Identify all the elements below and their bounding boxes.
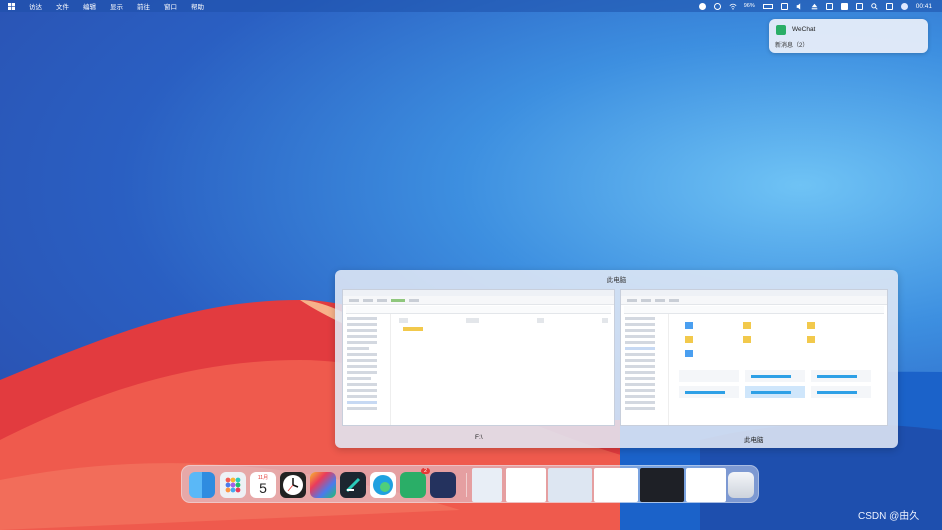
switcher-label-this-pc: 此电脑 — [744, 437, 764, 444]
minimized-window-3[interactable] — [548, 468, 592, 502]
switcher-title: 此电脑 — [606, 277, 627, 284]
explorer-window-f-drive[interactable] — [342, 289, 615, 426]
photos-app-icon[interactable] — [310, 472, 336, 498]
wechat-icon — [776, 25, 786, 35]
control-center-icon[interactable] — [855, 2, 863, 10]
battery-percent: 96% — [743, 3, 755, 9]
keyboard-icon[interactable] — [825, 2, 833, 10]
notification-message: 新消息（2） — [775, 43, 809, 49]
menu-edit[interactable]: 编辑 — [76, 1, 103, 11]
window-switcher: 此电脑 F:\ 此电脑 — [335, 270, 898, 448]
switcher-label-f-drive: F:\ — [475, 434, 483, 441]
minimized-window-2[interactable] — [506, 468, 546, 502]
notification-center-icon[interactable] — [885, 2, 893, 10]
minimized-window-5[interactable] — [640, 468, 684, 502]
clock-icon[interactable] — [280, 472, 306, 498]
minimized-window-1[interactable] — [472, 468, 502, 502]
edge-browser-icon[interactable] — [370, 472, 396, 498]
menu-bar: 访达 文件 编辑 显示 前往 窗口 帮助 96% 00:41 — [0, 0, 942, 12]
menu-help[interactable]: 帮助 — [184, 1, 211, 11]
user-icon[interactable] — [900, 2, 908, 10]
file-list — [393, 314, 614, 425]
wallpaper — [0, 300, 942, 530]
wifi-icon[interactable] — [729, 3, 737, 10]
calendar-icon[interactable]: 11月 5 — [250, 472, 276, 498]
watermark: CSDN @由久 — [858, 511, 920, 522]
minimized-window-6[interactable] — [686, 468, 726, 502]
menu-file[interactable]: 文件 — [49, 1, 76, 11]
menu-finder[interactable]: 访达 — [22, 1, 49, 11]
minimized-window-4[interactable] — [594, 468, 638, 502]
launchpad-icon[interactable] — [220, 472, 246, 498]
menu-window[interactable]: 窗口 — [157, 1, 184, 11]
menu-clock[interactable]: 00:41 — [916, 3, 932, 10]
navigation-pane — [621, 314, 669, 425]
app-status-icon[interactable] — [840, 2, 848, 10]
wechat-badge: 2 — [420, 468, 430, 474]
vpn-icon[interactable] — [713, 2, 721, 10]
display-icon[interactable] — [780, 2, 788, 10]
menu-view[interactable]: 显示 — [103, 1, 130, 11]
dock: 11月 5 2 — [181, 465, 759, 503]
trash-icon[interactable] — [728, 472, 754, 498]
finder-icon[interactable] — [189, 472, 215, 498]
volume-icon[interactable] — [796, 2, 803, 10]
notification-app-name: WeChat — [792, 26, 816, 33]
dock-separator — [466, 473, 467, 497]
eject-icon[interactable] — [811, 3, 818, 10]
drives-and-folders — [671, 314, 887, 425]
calendar-day: 5 — [259, 480, 267, 496]
accessibility-icon[interactable] — [698, 2, 706, 10]
battery-icon[interactable] — [762, 3, 773, 9]
explorer-window-this-pc[interactable] — [620, 289, 888, 426]
wechat-notification[interactable]: WeChat 新消息（2） — [769, 19, 928, 53]
navigation-pane — [343, 314, 391, 425]
menu-go[interactable]: 前往 — [130, 1, 157, 11]
pycharm-icon[interactable] — [340, 472, 366, 498]
wechat-dock-icon[interactable]: 2 — [400, 468, 430, 498]
spotlight-search-icon[interactable] — [870, 2, 878, 10]
finder-cat-icon[interactable] — [430, 472, 456, 498]
windows-logo-icon[interactable] — [0, 2, 22, 10]
